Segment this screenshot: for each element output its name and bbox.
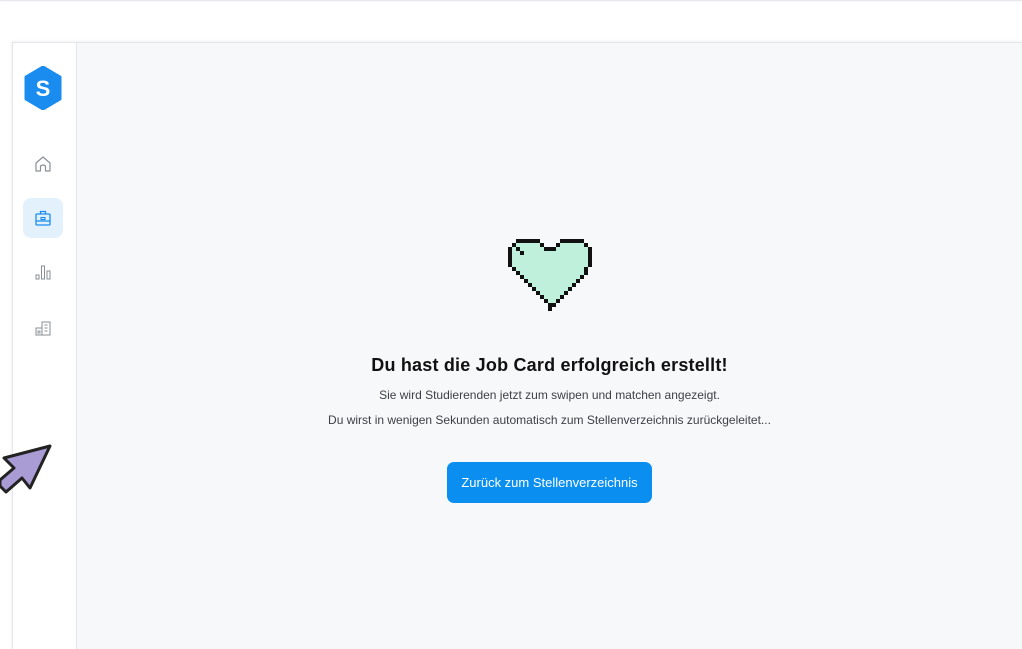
sidebar: S bbox=[13, 43, 77, 649]
nav-item-jobs[interactable] bbox=[23, 198, 63, 238]
app-window: S Du hast die Job Card erfolgreich erste… bbox=[12, 42, 1022, 649]
briefcase-icon bbox=[35, 210, 51, 226]
bar-chart-icon bbox=[35, 265, 51, 280]
logo-letter: S bbox=[36, 76, 51, 101]
logo-icon[interactable]: S bbox=[24, 65, 62, 111]
back-to-jobs-button[interactable]: Zurück zum Stellenverzeichnis bbox=[447, 462, 652, 503]
success-subtitle: Sie wird Studierenden jetzt zum swipen u… bbox=[379, 388, 720, 402]
redirect-notice: Du wirst in wenigen Sekunden automatisch… bbox=[328, 413, 771, 427]
success-panel: Du hast die Job Card erfolgreich erstell… bbox=[77, 239, 1022, 503]
building-icon bbox=[35, 321, 51, 336]
pixel-heart-icon bbox=[507, 239, 592, 311]
main-content: Du hast die Job Card erfolgreich erstell… bbox=[77, 43, 1022, 649]
home-icon bbox=[35, 156, 51, 172]
pointer-arrow-icon bbox=[0, 444, 52, 494]
nav-item-company[interactable] bbox=[23, 308, 63, 348]
top-divider bbox=[0, 0, 1022, 1]
nav-item-home[interactable] bbox=[23, 144, 63, 184]
nav-item-analytics[interactable] bbox=[23, 252, 63, 292]
success-title: Du hast die Job Card erfolgreich erstell… bbox=[371, 355, 728, 375]
